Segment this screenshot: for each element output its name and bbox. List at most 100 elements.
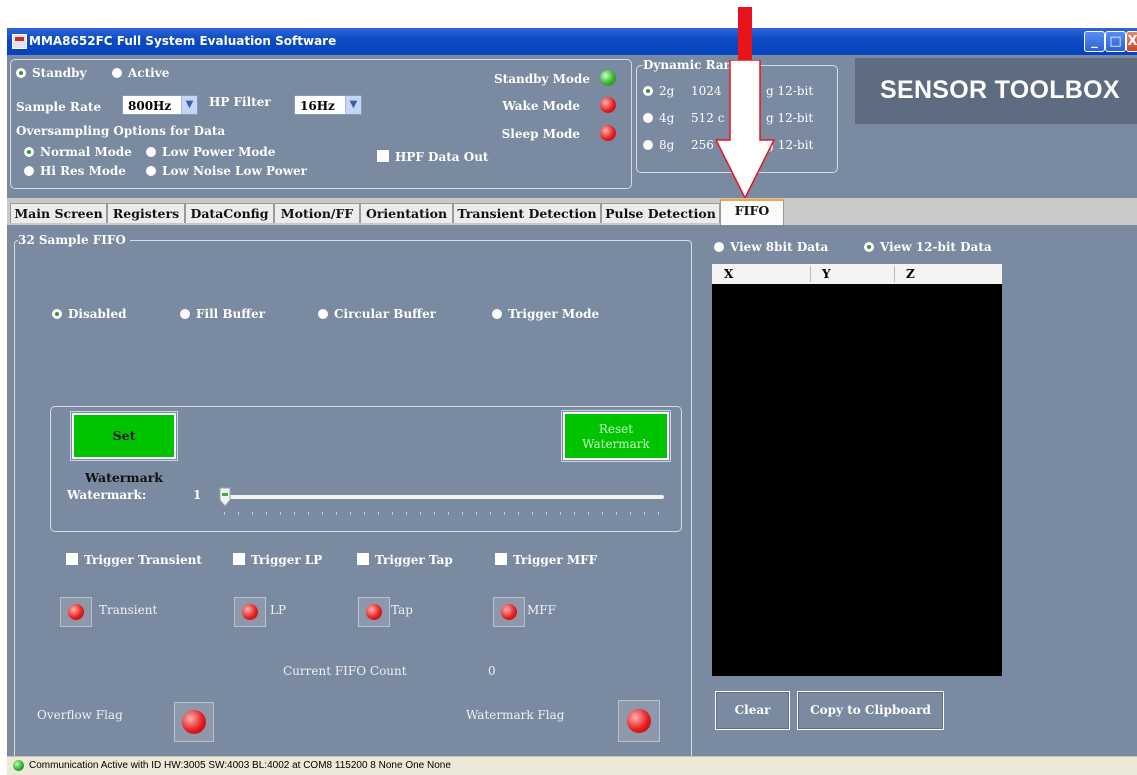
radio-dot (146, 147, 156, 157)
watermark-label: Watermark: (67, 488, 147, 502)
view-12bit-label: View 12-bit Data (880, 240, 992, 254)
copy-to-clipboard-button[interactable]: Copy to Clipboard (797, 691, 944, 730)
checkbox-box (66, 553, 78, 565)
transient-led-indicator (60, 597, 92, 627)
hi-res-mode-label: Hi Res Mode (40, 164, 126, 178)
trigger-lp-checkbox[interactable]: Trigger LP (233, 553, 322, 567)
tab-motion-ff[interactable]: Motion/FF (274, 203, 360, 223)
fifo-circular-buffer-radio[interactable]: Circular Buffer (318, 307, 436, 321)
status-bar: Communication Active with ID HW:3005 SW:… (7, 756, 1137, 775)
close-button[interactable]: X (1126, 31, 1137, 52)
view-12bit-radio[interactable]: View 12-bit Data (864, 240, 992, 254)
window-title: MMA8652FC Full System Evaluation Softwar… (29, 34, 337, 48)
tab-dataconfig[interactable]: DataConfig (185, 203, 274, 223)
hpf-data-out-label: HPF Data Out (395, 150, 489, 164)
active-radio[interactable]: Active (112, 66, 169, 80)
radio-dot (864, 242, 874, 252)
range-4g-label: 4g (659, 111, 675, 125)
chevron-down-icon: ▼ (345, 96, 361, 114)
hp-filter-select[interactable]: 16Hz ▼ (294, 95, 362, 115)
watermark-slider-track[interactable] (222, 495, 664, 499)
status-text: Communication Active with ID HW:3005 SW:… (29, 760, 451, 771)
standby-radio[interactable]: Standby (16, 66, 86, 80)
fifo-trigger-mode-radio[interactable]: Trigger Mode (492, 307, 599, 321)
fifo-disabled-radio[interactable]: Disabled (52, 307, 126, 321)
checkbox-box (495, 553, 507, 565)
tab-pulse-detection[interactable]: Pulse Detection (601, 203, 720, 223)
hpf-data-out-checkbox[interactable]: HPF Data Out (377, 150, 488, 164)
range-8g-radio[interactable]: 8g 256 co s/g 12-bit (643, 138, 813, 152)
column-z[interactable]: Z (906, 267, 915, 281)
radio-dot (643, 86, 653, 96)
standby-mode-led (600, 70, 616, 86)
sensor-toolbox-text: SENSOR TOOLBOX (880, 76, 1120, 104)
mff-led-indicator (493, 597, 525, 627)
tab-transient-detection[interactable]: Transient Detection (453, 203, 601, 223)
fifo-disabled-label: Disabled (68, 307, 127, 321)
tab-registers[interactable]: Registers (107, 203, 185, 223)
fifo-circular-buffer-label: Circular Buffer (334, 307, 436, 321)
tab-orientation[interactable]: Orientation (360, 203, 453, 223)
chevron-down-icon: ▼ (181, 96, 197, 114)
lp-led-label: LP (270, 603, 287, 617)
fifo-data-grid[interactable]: X Y Z (712, 264, 1002, 676)
radio-dot (492, 309, 502, 319)
trigger-transient-checkbox[interactable]: Trigger Transient (66, 553, 202, 567)
transient-led-label: Transient (99, 603, 158, 617)
app-icon (12, 34, 27, 49)
title-bar: MMA8652FC Full System Evaluation Softwar… (7, 28, 1137, 55)
trigger-tap-label: Trigger Tap (375, 553, 453, 567)
hi-res-mode-radio[interactable]: Hi Res Mode (24, 164, 126, 178)
sample-rate-label: Sample Rate (16, 100, 102, 114)
current-fifo-count-value: 0 (488, 664, 496, 678)
trigger-mff-checkbox[interactable]: Trigger MFF (495, 553, 597, 567)
tab-fifo[interactable]: FIFO (720, 199, 784, 225)
overflow-flag-led (182, 710, 206, 734)
radio-dot (24, 147, 34, 157)
radio-dot (643, 113, 653, 123)
watermark-flag-label: Watermark Flag (466, 708, 565, 722)
minimize-button[interactable]: _ (1084, 31, 1105, 52)
watermark-flag-led (627, 709, 651, 733)
trigger-tap-checkbox[interactable]: Trigger Tap (357, 553, 453, 567)
sleep-mode-label: Sleep Mode (501, 127, 580, 141)
low-noise-low-power-label: Low Noise Low Power (162, 164, 307, 178)
range-2g-radio[interactable]: 2g 1024 g 12-bit (643, 84, 813, 98)
column-x[interactable]: X (724, 267, 733, 281)
radio-dot (180, 309, 190, 319)
radio-dot (52, 309, 62, 319)
sample-rate-value: 800Hz (128, 99, 172, 113)
trigger-mff-label: Trigger MFF (513, 553, 598, 567)
sample-rate-select[interactable]: 800Hz ▼ (122, 95, 198, 115)
watermark-slider-thumb[interactable] (219, 487, 231, 507)
connection-status-icon (13, 760, 24, 771)
fifo-fill-buffer-radio[interactable]: Fill Buffer (180, 307, 265, 321)
radio-dot (318, 309, 328, 319)
active-label: Active (128, 66, 170, 80)
trigger-lp-label: Trigger LP (251, 553, 323, 567)
view-8bit-radio[interactable]: View 8bit Data (714, 240, 828, 254)
normal-mode-radio[interactable]: Normal Mode (24, 145, 132, 159)
low-noise-low-power-radio[interactable]: Low Noise Low Power (146, 164, 307, 178)
fifo-fill-buffer-label: Fill Buffer (196, 307, 266, 321)
radio-dot (714, 242, 724, 252)
trigger-transient-label: Trigger Transient (84, 553, 202, 567)
maximize-button[interactable]: □ (1105, 31, 1126, 52)
low-power-mode-radio[interactable]: Low Power Mode (146, 145, 275, 159)
clear-button[interactable]: Clear (715, 691, 790, 730)
hp-filter-label: HP Filter (209, 95, 271, 109)
tab-main-screen[interactable]: Main Screen (10, 203, 107, 223)
range-4g-radio[interactable]: 4g 512 c g 12-bit (643, 111, 813, 125)
set-watermark-button[interactable]: Set Watermark (72, 413, 176, 485)
reset-watermark-button[interactable]: Reset Watermark (563, 412, 669, 460)
standby-label: Standby (32, 66, 87, 80)
column-divider (894, 266, 895, 282)
lp-led-indicator (234, 597, 266, 627)
watermark-value: 1 (193, 488, 202, 502)
standby-mode-label: Standby Mode (494, 72, 590, 86)
column-divider (810, 266, 811, 282)
view-8bit-label: View 8bit Data (730, 240, 829, 254)
wake-mode-led (600, 97, 616, 113)
column-y[interactable]: Y (822, 267, 831, 281)
oversampling-label: Oversampling Options for Data (16, 124, 226, 138)
